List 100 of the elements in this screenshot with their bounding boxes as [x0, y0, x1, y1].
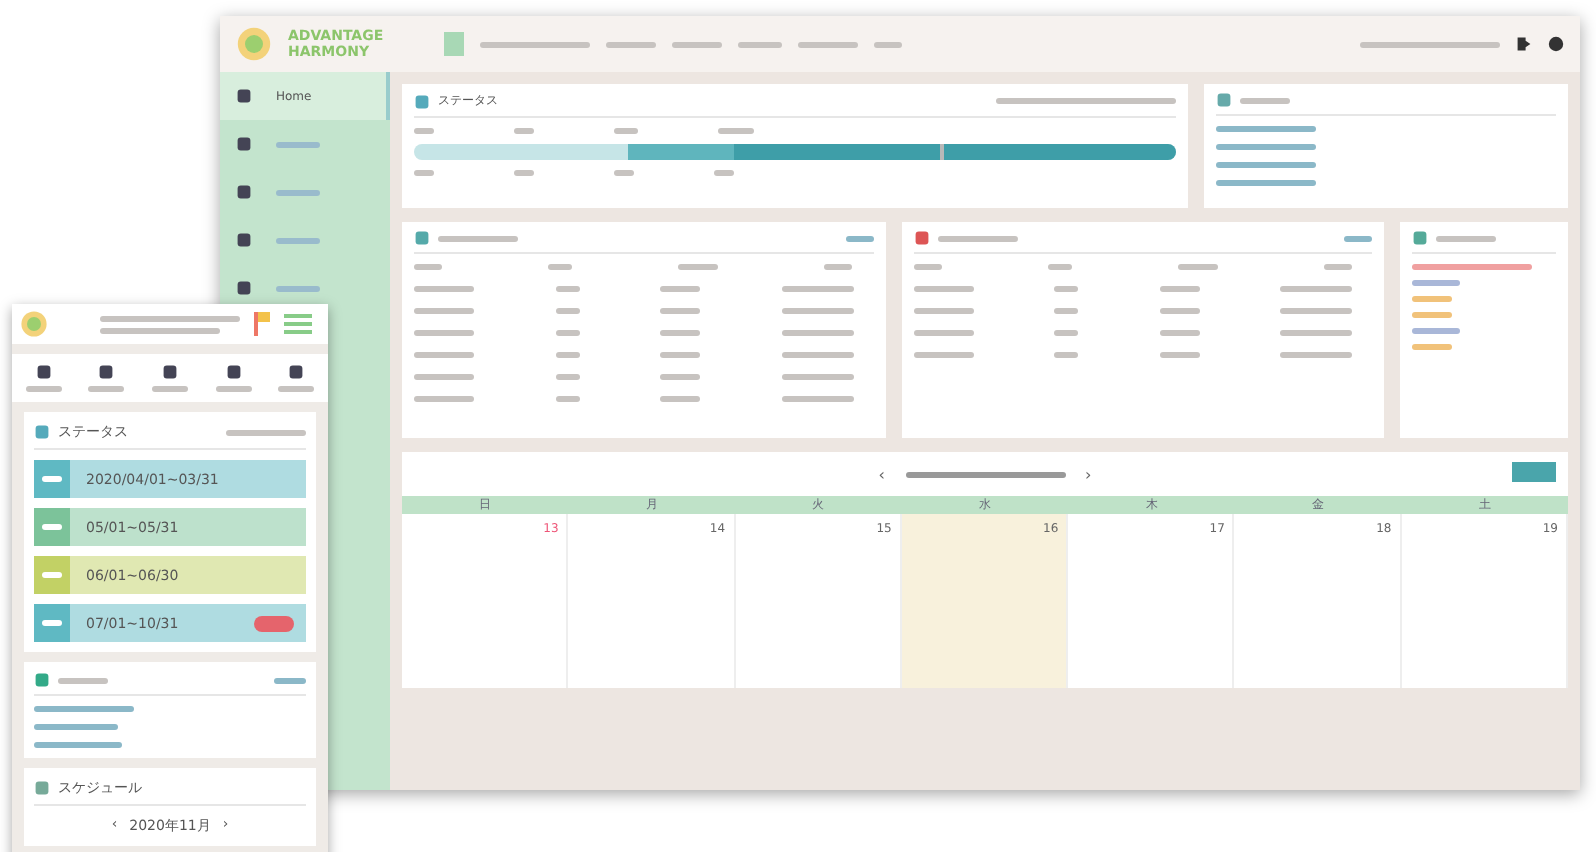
- blurred-text: [1412, 280, 1460, 286]
- blurred-text: [937, 235, 1017, 241]
- blurred-text: [58, 677, 108, 683]
- blurred-text: [678, 264, 719, 270]
- blurred-text: [672, 41, 722, 47]
- blurred-text: [1054, 352, 1078, 358]
- blurred-text: [1216, 144, 1316, 150]
- blurred-text: [660, 374, 700, 380]
- blurred-text: [660, 330, 700, 336]
- blurred-text: [1412, 328, 1460, 334]
- blurred-text: [1177, 264, 1218, 270]
- blurred-text: [606, 41, 656, 47]
- blurred-text: [845, 235, 873, 241]
- blurred-text: [414, 170, 434, 176]
- blurred-text: [913, 264, 941, 270]
- next-week-link[interactable]: ›: [1085, 465, 1092, 483]
- menu-toggle-icon[interactable]: [444, 32, 464, 56]
- blurred-text: [781, 286, 853, 292]
- blurred-text: [660, 352, 700, 358]
- blurred-text: [1054, 286, 1078, 292]
- blurred-text: [276, 141, 320, 147]
- blurred-text: [718, 128, 754, 134]
- blurred-text: [42, 476, 62, 482]
- blurred-text: [1159, 286, 1199, 292]
- blurred-text: [414, 128, 434, 134]
- blurred-text: [1280, 352, 1352, 358]
- blurred-text: [414, 264, 442, 270]
- blurred-text: [660, 308, 700, 314]
- blurred-text: [824, 264, 853, 270]
- blurred-text: [25, 386, 62, 392]
- blurred-text: [1360, 41, 1500, 47]
- blurred-text: [1412, 344, 1452, 350]
- blurred-text: [1159, 308, 1199, 314]
- blurred-text: [1159, 352, 1199, 358]
- blurred-text: [781, 308, 853, 314]
- blurred-text: [660, 396, 700, 402]
- menu-icon[interactable]: [284, 312, 312, 336]
- blurred-text: [1216, 162, 1316, 168]
- blurred-text: [1280, 330, 1352, 336]
- blurred-text: [614, 170, 634, 176]
- blurred-text: [913, 286, 973, 292]
- blurred-text: [276, 285, 320, 291]
- blurred-text: [276, 237, 320, 243]
- blurred-text: [414, 308, 474, 314]
- blurred-text: [555, 352, 579, 358]
- blurred-text: [714, 170, 734, 176]
- blurred-text: [276, 189, 320, 195]
- blurred-text: [1240, 97, 1290, 103]
- blurred-text: [555, 308, 579, 314]
- blurred-text: [781, 352, 853, 358]
- blurred-text: [1216, 180, 1316, 186]
- blurred-text: [781, 330, 853, 336]
- blurred-text: [480, 41, 590, 47]
- blurred-text: [781, 374, 853, 380]
- blurred-text: [100, 327, 220, 333]
- blurred-text: [1323, 264, 1352, 270]
- blurred-text: [1216, 126, 1316, 132]
- blurred-text: [414, 396, 474, 402]
- blurred-text: [1054, 330, 1078, 336]
- blurred-text: [781, 396, 853, 402]
- view-toggle-button[interactable]: [1512, 462, 1556, 482]
- blurred-text: [555, 396, 579, 402]
- blurred-text: [414, 352, 474, 358]
- blurred-text: [1436, 235, 1496, 241]
- prev-week-link[interactable]: ‹: [878, 465, 885, 483]
- blurred-text: [1047, 264, 1072, 270]
- blurred-text: [548, 264, 573, 270]
- blurred-text: [42, 572, 62, 578]
- blurred-text: [414, 286, 474, 292]
- logo-icon: [20, 310, 48, 338]
- blurred-text: [913, 330, 973, 336]
- blurred-text: [34, 706, 134, 712]
- blurred-text: [88, 386, 125, 392]
- blurred-text: [555, 330, 579, 336]
- blurred-text: [1412, 296, 1452, 302]
- blurred-text: [660, 286, 700, 292]
- blurred-text: [555, 374, 579, 380]
- flag-icon: [252, 312, 272, 336]
- blurred-text: [1159, 330, 1199, 336]
- blurred-text: [1412, 264, 1532, 270]
- blurred-text: [274, 677, 306, 683]
- blurred-text: [1344, 235, 1372, 241]
- blurred-text: [34, 742, 122, 748]
- blurred-text: [1054, 308, 1078, 314]
- logo-icon: [236, 26, 272, 62]
- blurred-text: [34, 724, 118, 730]
- blurred-text: [1280, 308, 1352, 314]
- blurred-text: [738, 41, 782, 47]
- blurred-text: [913, 352, 973, 358]
- blurred-text: [514, 170, 534, 176]
- blurred-text: [42, 524, 62, 530]
- blurred-text: [414, 330, 474, 336]
- blurred-text: [42, 620, 62, 626]
- blurred-text: [913, 308, 973, 314]
- blurred-text: [798, 41, 858, 47]
- blurred-text: [514, 128, 534, 134]
- blurred-text: [438, 235, 518, 241]
- blurred-text: [1280, 286, 1352, 292]
- blurred-text: [414, 374, 474, 380]
- blurred-text: [555, 286, 579, 292]
